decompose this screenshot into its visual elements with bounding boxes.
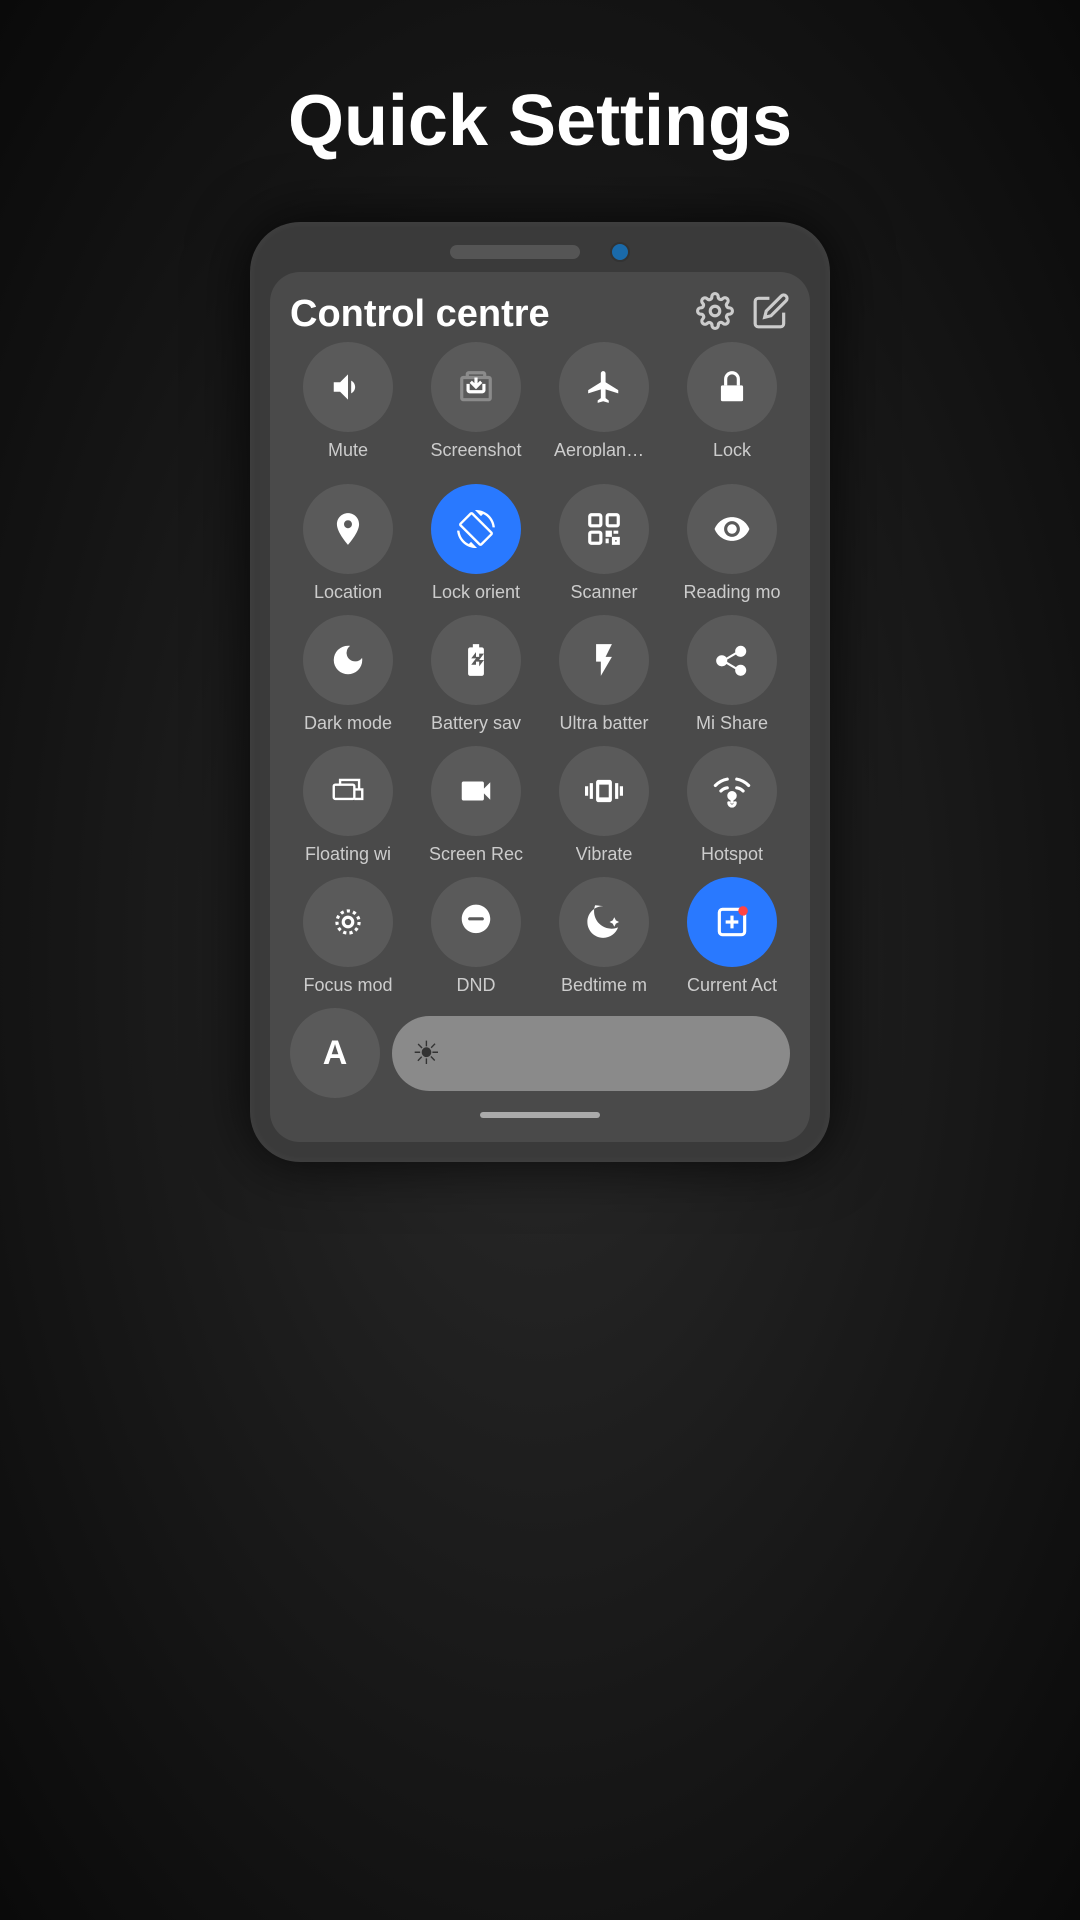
vibrate-label: Vibrate bbox=[576, 844, 633, 865]
phone-frame: Control centre bbox=[250, 222, 830, 1162]
screen-rec-label: Screen Rec bbox=[429, 844, 523, 865]
vibrate-icon-circle bbox=[559, 746, 649, 836]
list-item[interactable]: Floating wi bbox=[290, 746, 406, 865]
phone-speaker bbox=[450, 245, 580, 259]
control-centre-header: Control centre bbox=[290, 292, 790, 337]
bedtime-m-label: Bedtime m bbox=[561, 975, 647, 996]
lock-label: Lock bbox=[713, 440, 751, 457]
reading-mode-label: Reading mo bbox=[683, 582, 780, 603]
list-item[interactable]: Mi Share bbox=[674, 615, 790, 734]
lock-orient-icon-circle bbox=[431, 484, 521, 574]
floating-wi-label: Floating wi bbox=[305, 844, 391, 865]
list-item[interactable]: Aeroplane m bbox=[546, 342, 662, 457]
battery-sav-icon-circle bbox=[431, 615, 521, 705]
focus-mod-label: Focus mod bbox=[303, 975, 392, 996]
control-centre-title: Control centre bbox=[290, 293, 550, 336]
settings-icon[interactable] bbox=[696, 292, 734, 337]
list-item[interactable]: Lock orient bbox=[418, 484, 534, 603]
phone-screen: Control centre bbox=[270, 272, 810, 1142]
scanner-icon-circle bbox=[559, 484, 649, 574]
list-item[interactable]: Mute bbox=[290, 342, 406, 457]
grid-row-2: Dark mode Battery sav Ultra batter Mi Sh… bbox=[290, 615, 790, 734]
phone-notch-area bbox=[270, 242, 810, 262]
list-item[interactable]: DND bbox=[418, 877, 534, 996]
list-item[interactable]: Battery sav bbox=[418, 615, 534, 734]
phone-camera bbox=[610, 242, 630, 262]
lock-icon-circle bbox=[687, 342, 777, 432]
lock-orient-label: Lock orient bbox=[432, 582, 520, 603]
brightness-slider[interactable]: ☀ bbox=[392, 1016, 790, 1091]
dnd-label: DND bbox=[457, 975, 496, 996]
floating-wi-icon-circle bbox=[303, 746, 393, 836]
mute-label: Mute bbox=[328, 440, 368, 457]
bottom-row: A ☀ bbox=[290, 1008, 790, 1098]
scanner-label: Scanner bbox=[570, 582, 637, 603]
list-item[interactable]: Scanner bbox=[546, 484, 662, 603]
hotspot-icon-circle bbox=[687, 746, 777, 836]
page-title: Quick Settings bbox=[288, 80, 792, 162]
grid-row-0: Mute Screenshot Aeroplane m Lock bbox=[290, 342, 790, 457]
list-item[interactable]: Vibrate bbox=[546, 746, 662, 865]
list-item[interactable]: Current Act bbox=[674, 877, 790, 996]
dark-mode-label: Dark mode bbox=[304, 713, 392, 734]
reading-mode-icon-circle bbox=[687, 484, 777, 574]
ultra-batter-icon-circle bbox=[559, 615, 649, 705]
bedtime-m-icon-circle bbox=[559, 877, 649, 967]
list-item[interactable]: Location bbox=[290, 484, 406, 603]
list-item[interactable]: Screenshot bbox=[418, 342, 534, 457]
grid-row-4: Focus mod DND Bedtime m bbox=[290, 877, 790, 996]
battery-sav-label: Battery sav bbox=[431, 713, 521, 734]
list-item[interactable]: Lock bbox=[674, 342, 790, 457]
current-act-icon-circle bbox=[687, 877, 777, 967]
header-icons bbox=[696, 292, 790, 337]
font-size-circle[interactable]: A bbox=[290, 1008, 380, 1098]
location-icon-circle bbox=[303, 484, 393, 574]
mute-icon-circle bbox=[303, 342, 393, 432]
location-label: Location bbox=[314, 582, 382, 603]
list-item[interactable]: Dark mode bbox=[290, 615, 406, 734]
mi-share-icon-circle bbox=[687, 615, 777, 705]
home-indicator bbox=[480, 1112, 600, 1118]
list-item[interactable]: Screen Rec bbox=[418, 746, 534, 865]
current-act-label: Current Act bbox=[687, 975, 777, 996]
grid-row-1: Location Lock orient Scanner bbox=[290, 484, 790, 603]
brightness-icon: ☀ bbox=[412, 1034, 441, 1072]
mi-share-label: Mi Share bbox=[696, 713, 768, 734]
ultra-batter-label: Ultra batter bbox=[559, 713, 648, 734]
list-item[interactable]: Bedtime m bbox=[546, 877, 662, 996]
edit-icon[interactable] bbox=[752, 292, 790, 337]
aeroplane-label: Aeroplane m bbox=[554, 440, 654, 457]
screenshot-label: Screenshot bbox=[430, 440, 521, 457]
dark-mode-icon-circle bbox=[303, 615, 393, 705]
screen-rec-icon-circle bbox=[431, 746, 521, 836]
dnd-icon-circle bbox=[431, 877, 521, 967]
screenshot-icon-circle bbox=[431, 342, 521, 432]
list-item[interactable]: Reading mo bbox=[674, 484, 790, 603]
grid-row-3: Floating wi Screen Rec Vibrate bbox=[290, 746, 790, 865]
aeroplane-icon-circle bbox=[559, 342, 649, 432]
list-item[interactable]: Ultra batter bbox=[546, 615, 662, 734]
list-item[interactable]: Focus mod bbox=[290, 877, 406, 996]
focus-mod-icon-circle bbox=[303, 877, 393, 967]
font-label: A bbox=[323, 1034, 348, 1073]
hotspot-label: Hotspot bbox=[701, 844, 763, 865]
list-item[interactable]: Hotspot bbox=[674, 746, 790, 865]
